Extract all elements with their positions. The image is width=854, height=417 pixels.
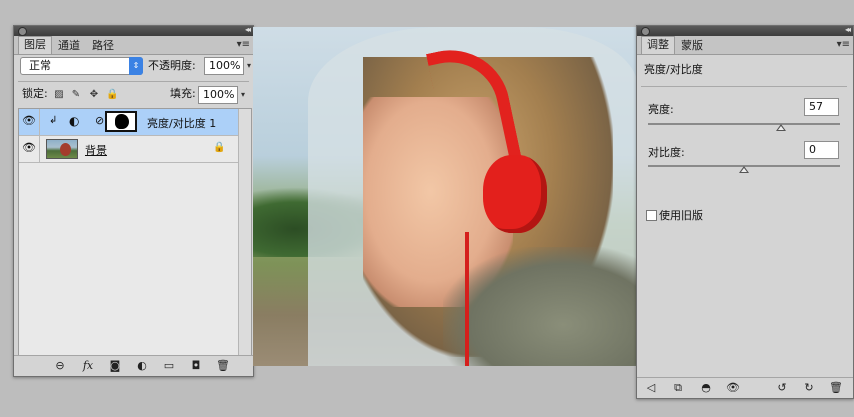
opacity-input[interactable]: 100% (204, 57, 244, 75)
brightness-label: 亮度: (648, 103, 674, 116)
lock-icon: 🔒 (213, 142, 226, 153)
fx-icon[interactable]: fx (81, 359, 95, 373)
layers-bottom-toolbar: ⊖ fx ◙ ◐ ▭ ◘ 🗑 (14, 355, 253, 376)
eye-icon: 👁 (22, 141, 36, 154)
adjustment-layer-icon: ◐ (69, 114, 80, 128)
layer-name[interactable]: 亮度/对比度 1 (147, 115, 216, 131)
collapse-icon[interactable]: ◂◂ (245, 25, 251, 34)
layer-row-background[interactable]: 👁 背景 🔒 (19, 136, 238, 163)
chain-link-icon[interactable]: ⊘ (95, 114, 104, 127)
tab-channels[interactable]: 通道 (52, 37, 86, 54)
link-icon[interactable]: ⊖ (53, 359, 67, 373)
trash-icon[interactable]: 🗑 (829, 381, 843, 395)
panel-menu-icon[interactable]: ▾≡ (837, 39, 850, 50)
layers-titlebar[interactable]: ◂◂ (14, 25, 253, 36)
adjust-titlebar[interactable]: ◂◂ (637, 25, 853, 36)
fill-label: 填充: (170, 87, 196, 100)
lock-brush-icon[interactable]: ✎ (70, 89, 82, 101)
adjustments-panel: ◂◂ 调整 蒙版 ▾≡ 亮度/对比度 亮度: 57 对比度: 0 使用旧版 ◁ … (636, 25, 854, 399)
blend-mode-select[interactable]: 正常 ⇕ (20, 57, 143, 75)
select-arrow-icon: ⇕ (129, 57, 143, 75)
divider (18, 81, 249, 82)
close-icon[interactable] (641, 27, 650, 36)
collapse-icon[interactable]: ◂◂ (845, 25, 851, 34)
divider (641, 86, 847, 87)
brightness-slider-track[interactable] (648, 123, 840, 125)
adjust-tabrow: 调整 蒙版 ▾≡ (637, 36, 853, 55)
layer-list: 👁 ↲ ◐ ⊘ 亮度/对比度 1 👁 背景 🔒 (18, 108, 252, 356)
visibility-cell[interactable]: 👁 (19, 136, 40, 162)
trash-icon[interactable]: 🗑 (216, 359, 230, 373)
clip-icon[interactable]: ◓ (699, 381, 713, 395)
reset-previous-icon[interactable]: ↺ (775, 381, 789, 395)
contrast-input[interactable]: 0 (804, 141, 839, 159)
fill-input[interactable]: 100% (198, 86, 238, 104)
close-icon[interactable] (18, 27, 27, 36)
tab-masks[interactable]: 蒙版 (675, 37, 709, 54)
tab-adjustments[interactable]: 调整 (641, 36, 675, 54)
legacy-checkbox[interactable] (646, 210, 657, 221)
lock-move-icon[interactable]: ✥ (88, 89, 100, 101)
visibility-cell[interactable]: 👁 (19, 109, 40, 135)
blend-mode-value: 正常 (29, 59, 51, 72)
lock-transparency-icon[interactable]: ▨ (53, 89, 65, 101)
mask-icon[interactable]: ◙ (108, 359, 122, 373)
folder-icon[interactable]: ▭ (162, 359, 176, 373)
fill-dropdown-icon[interactable]: ▾ (238, 86, 248, 104)
adjustment-title: 亮度/对比度 (644, 63, 703, 76)
adjustment-icon[interactable]: ◐ (135, 359, 149, 373)
eye-icon: 👁 (22, 114, 36, 127)
brightness-input[interactable]: 57 (804, 98, 839, 116)
panel-menu-icon[interactable]: ▾≡ (237, 39, 250, 50)
layer-name[interactable]: 背景 (85, 142, 107, 158)
eye-icon[interactable]: 👁 (726, 381, 740, 395)
headphone-cord (465, 232, 469, 366)
new-layer-icon[interactable]: ◘ (189, 359, 203, 373)
layer-mask-thumbnail[interactable] (105, 111, 137, 132)
layers-tabrow: 图层 通道 路径 ▾≡ (14, 36, 253, 55)
headphone-cup (483, 155, 547, 233)
tab-paths[interactable]: 路径 (86, 37, 120, 54)
expand-icon[interactable]: ⧉ (671, 381, 685, 395)
brightness-slider-knob[interactable] (776, 124, 786, 131)
layer-list-scrollbar[interactable] (238, 109, 251, 355)
layers-panel: ◂◂ 图层 通道 路径 ▾≡ 正常 ⇕ 不透明度: 100% ▾ 锁定: ▨ ✎… (13, 25, 254, 377)
layer-thumbnail (46, 139, 78, 159)
reset-icon[interactable]: ↻ (802, 381, 816, 395)
clip-arrow-icon: ↲ (49, 115, 58, 126)
lock-label: 锁定: (22, 87, 48, 100)
adjust-bottom-toolbar: ◁ ⧉ ◓ 👁 ↺ ↻ 🗑 (637, 377, 853, 398)
tab-layers[interactable]: 图层 (18, 36, 52, 54)
blend-opacity-row: 正常 ⇕ 不透明度: 100% ▾ (20, 57, 251, 79)
subject-jacket (443, 247, 636, 366)
legacy-label[interactable]: 使用旧版 (659, 207, 703, 223)
contrast-label: 对比度: (648, 146, 685, 159)
opacity-label: 不透明度: (148, 59, 196, 72)
lock-all-icon[interactable]: 🔒 (106, 89, 118, 101)
image-canvas[interactable] (253, 27, 636, 366)
back-arrow-icon[interactable]: ◁ (644, 381, 658, 395)
layer-row-brightness[interactable]: 👁 ↲ ◐ ⊘ 亮度/对比度 1 (19, 109, 238, 136)
contrast-slider-knob[interactable] (739, 166, 749, 173)
